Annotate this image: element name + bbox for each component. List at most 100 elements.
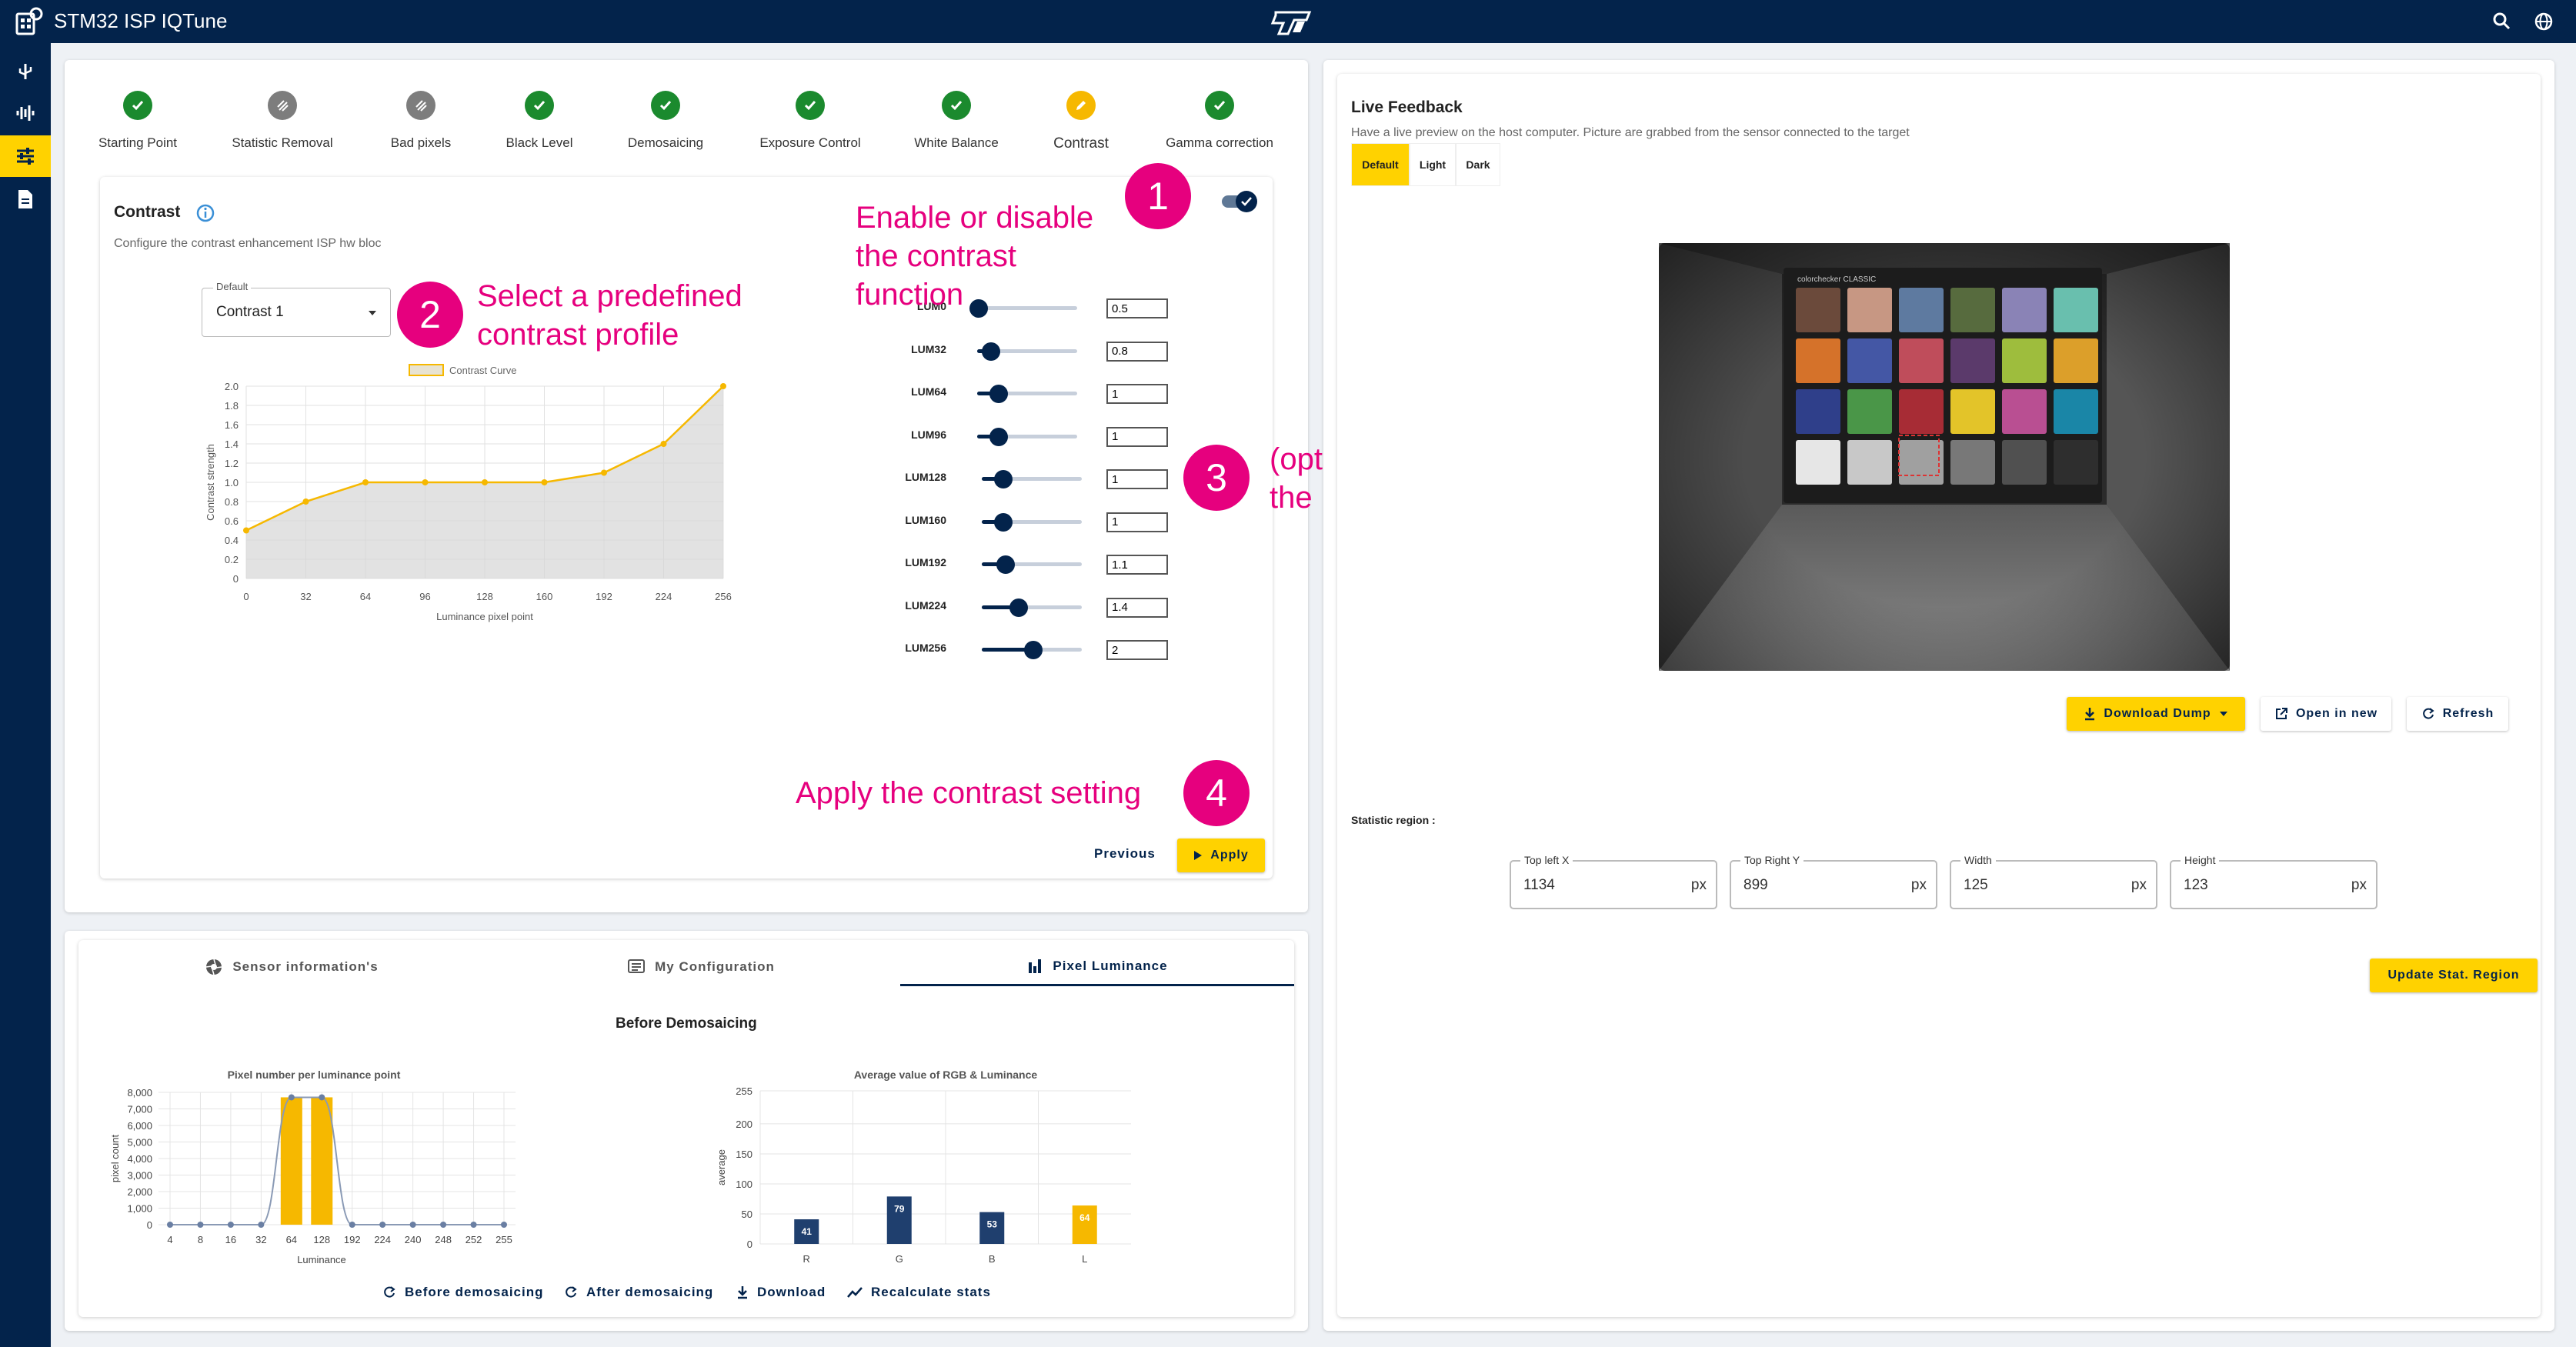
rail-waveform-icon[interactable] [0, 92, 51, 134]
y-tick-label: 5,000 [127, 1137, 152, 1149]
y-axis-label: pixel count [109, 1135, 121, 1183]
lut-value-input[interactable] [1106, 512, 1168, 532]
lut-slider-thumb[interactable] [996, 555, 1015, 574]
checker-patch [1950, 338, 1995, 383]
x-tick-label: 240 [405, 1234, 422, 1245]
lut-slider-thumb[interactable] [994, 512, 1013, 532]
step-contrast[interactable]: Contrast [1008, 91, 1154, 152]
step-black-level[interactable]: Black Level [466, 91, 612, 151]
checker-patch [1847, 440, 1892, 485]
histogram-point [470, 1222, 477, 1228]
aperture-icon [206, 959, 222, 975]
theme-default-button[interactable]: Default [1351, 143, 1410, 186]
x-tick-label: G [896, 1253, 903, 1265]
theme-dark-button[interactable]: Dark [1456, 143, 1500, 186]
y-tick-label: 0.6 [225, 515, 239, 527]
step-gamma-correction[interactable]: Gamma correction [1146, 91, 1293, 151]
download-stats-label: Download [757, 1285, 826, 1299]
lut-slider-thumb[interactable] [1009, 598, 1028, 617]
rail-usb-icon[interactable] [0, 51, 51, 92]
profile-select[interactable]: Default Contrast 1 [202, 281, 391, 337]
info-icon[interactable] [195, 203, 215, 227]
live-preview-image: colorchecker CLASSIC [1659, 243, 2230, 671]
step-label: Gamma correction [1166, 135, 1273, 150]
lut-value-input[interactable] [1106, 555, 1168, 575]
histogram-point [379, 1222, 386, 1228]
download-dump-button[interactable]: Download Dump [2067, 697, 2245, 731]
histogram-point [197, 1222, 204, 1228]
step-label: Starting Point [98, 135, 178, 150]
stat-field-top-left-x[interactable]: Top left X 1134 px [1510, 854, 1717, 909]
check-icon [796, 91, 825, 120]
apply-button[interactable]: Apply [1177, 839, 1265, 872]
lut-label: LUM256 [905, 642, 946, 654]
lut-value-input[interactable] [1106, 640, 1168, 660]
x-tick-label: 192 [344, 1234, 361, 1245]
step-statistic-removal[interactable]: Statistic Removal [209, 91, 355, 151]
stat-field-width[interactable]: Width 125 px [1950, 854, 2157, 909]
field-value: 1134 [1523, 877, 1555, 893]
lut-value-input[interactable] [1106, 597, 1168, 618]
lut-value-input[interactable] [1106, 469, 1168, 489]
recalculate-stats-button[interactable]: Recalculate stats [846, 1285, 991, 1300]
lut-slider-thumb[interactable] [989, 385, 1008, 403]
histogram-point [258, 1222, 265, 1228]
search-icon[interactable] [2490, 9, 2514, 34]
checker-patch [1796, 288, 1840, 332]
bar-value-label: 79 [894, 1203, 905, 1214]
refresh-button[interactable]: Refresh [2407, 697, 2508, 731]
before-demosaicing-button[interactable]: Before demosaicing [382, 1285, 544, 1300]
step-starting-point[interactable]: Starting Point [65, 91, 211, 151]
checker-patch [1796, 440, 1840, 485]
left-rail [0, 43, 51, 1347]
tab-my-configuration-label: My Configuration [655, 959, 775, 974]
stat-field-height[interactable]: Height 123 px [2170, 854, 2377, 909]
recalculate-stats-label: Recalculate stats [871, 1285, 991, 1299]
x-tick-label: 224 [374, 1234, 391, 1245]
x-tick-label: 16 [225, 1234, 236, 1245]
rail-document-icon[interactable] [0, 178, 51, 220]
tab-my-configuration[interactable]: My Configuration [502, 948, 900, 986]
apply-label: Apply [1210, 849, 1249, 862]
y-tick-label: 8,000 [127, 1087, 152, 1099]
y-tick-label: 255 [736, 1085, 752, 1097]
open-in-new-button[interactable]: Open in new [2261, 697, 2391, 731]
lut-value-input[interactable] [1106, 426, 1168, 447]
x-tick-label: 256 [715, 591, 732, 602]
stat-field-top-right-y[interactable]: Top Right Y 899 px [1730, 854, 1937, 909]
previous-button[interactable]: Previous [1094, 846, 1156, 862]
lut-slider-thumb[interactable] [1024, 641, 1043, 659]
histogram-bar [311, 1097, 333, 1225]
tab-sensor-info[interactable]: Sensor information's [82, 948, 502, 986]
edit-icon [1066, 91, 1096, 120]
bar-value-label: 53 [987, 1219, 998, 1230]
lut-slider-thumb[interactable] [989, 427, 1008, 446]
check-icon [942, 91, 971, 120]
x-tick-label: B [989, 1253, 996, 1265]
language-globe-icon[interactable] [2531, 9, 2556, 34]
contrast-curve-chart: Contrast Curve 0 0.2 0.4 0.6 0.8 1.0 1.2 1.4 1.6 1… [205, 364, 732, 622]
contrast-enable-toggle[interactable] [1217, 189, 1259, 212]
lut-value-input[interactable] [1106, 384, 1168, 404]
curve-point [362, 479, 369, 485]
x-tick-label: 160 [536, 591, 553, 602]
step-exposure-control[interactable]: Exposure Control [737, 91, 883, 151]
checker-patch [2002, 389, 2047, 434]
step-label: Statistic Removal [232, 135, 333, 150]
step-demosaicing[interactable]: Demosaicing [592, 91, 739, 151]
y-tick-label: 0.4 [225, 535, 239, 546]
lut-value-input[interactable] [1106, 341, 1168, 362]
update-stat-region-button[interactable]: Update Stat. Region [2370, 959, 2538, 992]
after-demosaicing-button[interactable]: After demosaicing [563, 1285, 713, 1300]
x-tick-label: 192 [596, 591, 612, 602]
download-stats-button[interactable]: Download [736, 1285, 826, 1300]
theme-light-button[interactable]: Light [1410, 143, 1456, 186]
y-tick-label: 50 [742, 1209, 752, 1220]
checker-patch [1899, 440, 1944, 485]
tab-pixel-luminance[interactable]: Pixel Luminance [900, 948, 1294, 986]
lut-slider-thumb[interactable] [981, 342, 1000, 361]
lut-label: LUM32 [911, 342, 946, 355]
before-demosaicing-label: Before demosaicing [405, 1285, 544, 1299]
lut-slider-thumb[interactable] [994, 470, 1013, 488]
rail-tuning-icon[interactable] [0, 135, 51, 177]
